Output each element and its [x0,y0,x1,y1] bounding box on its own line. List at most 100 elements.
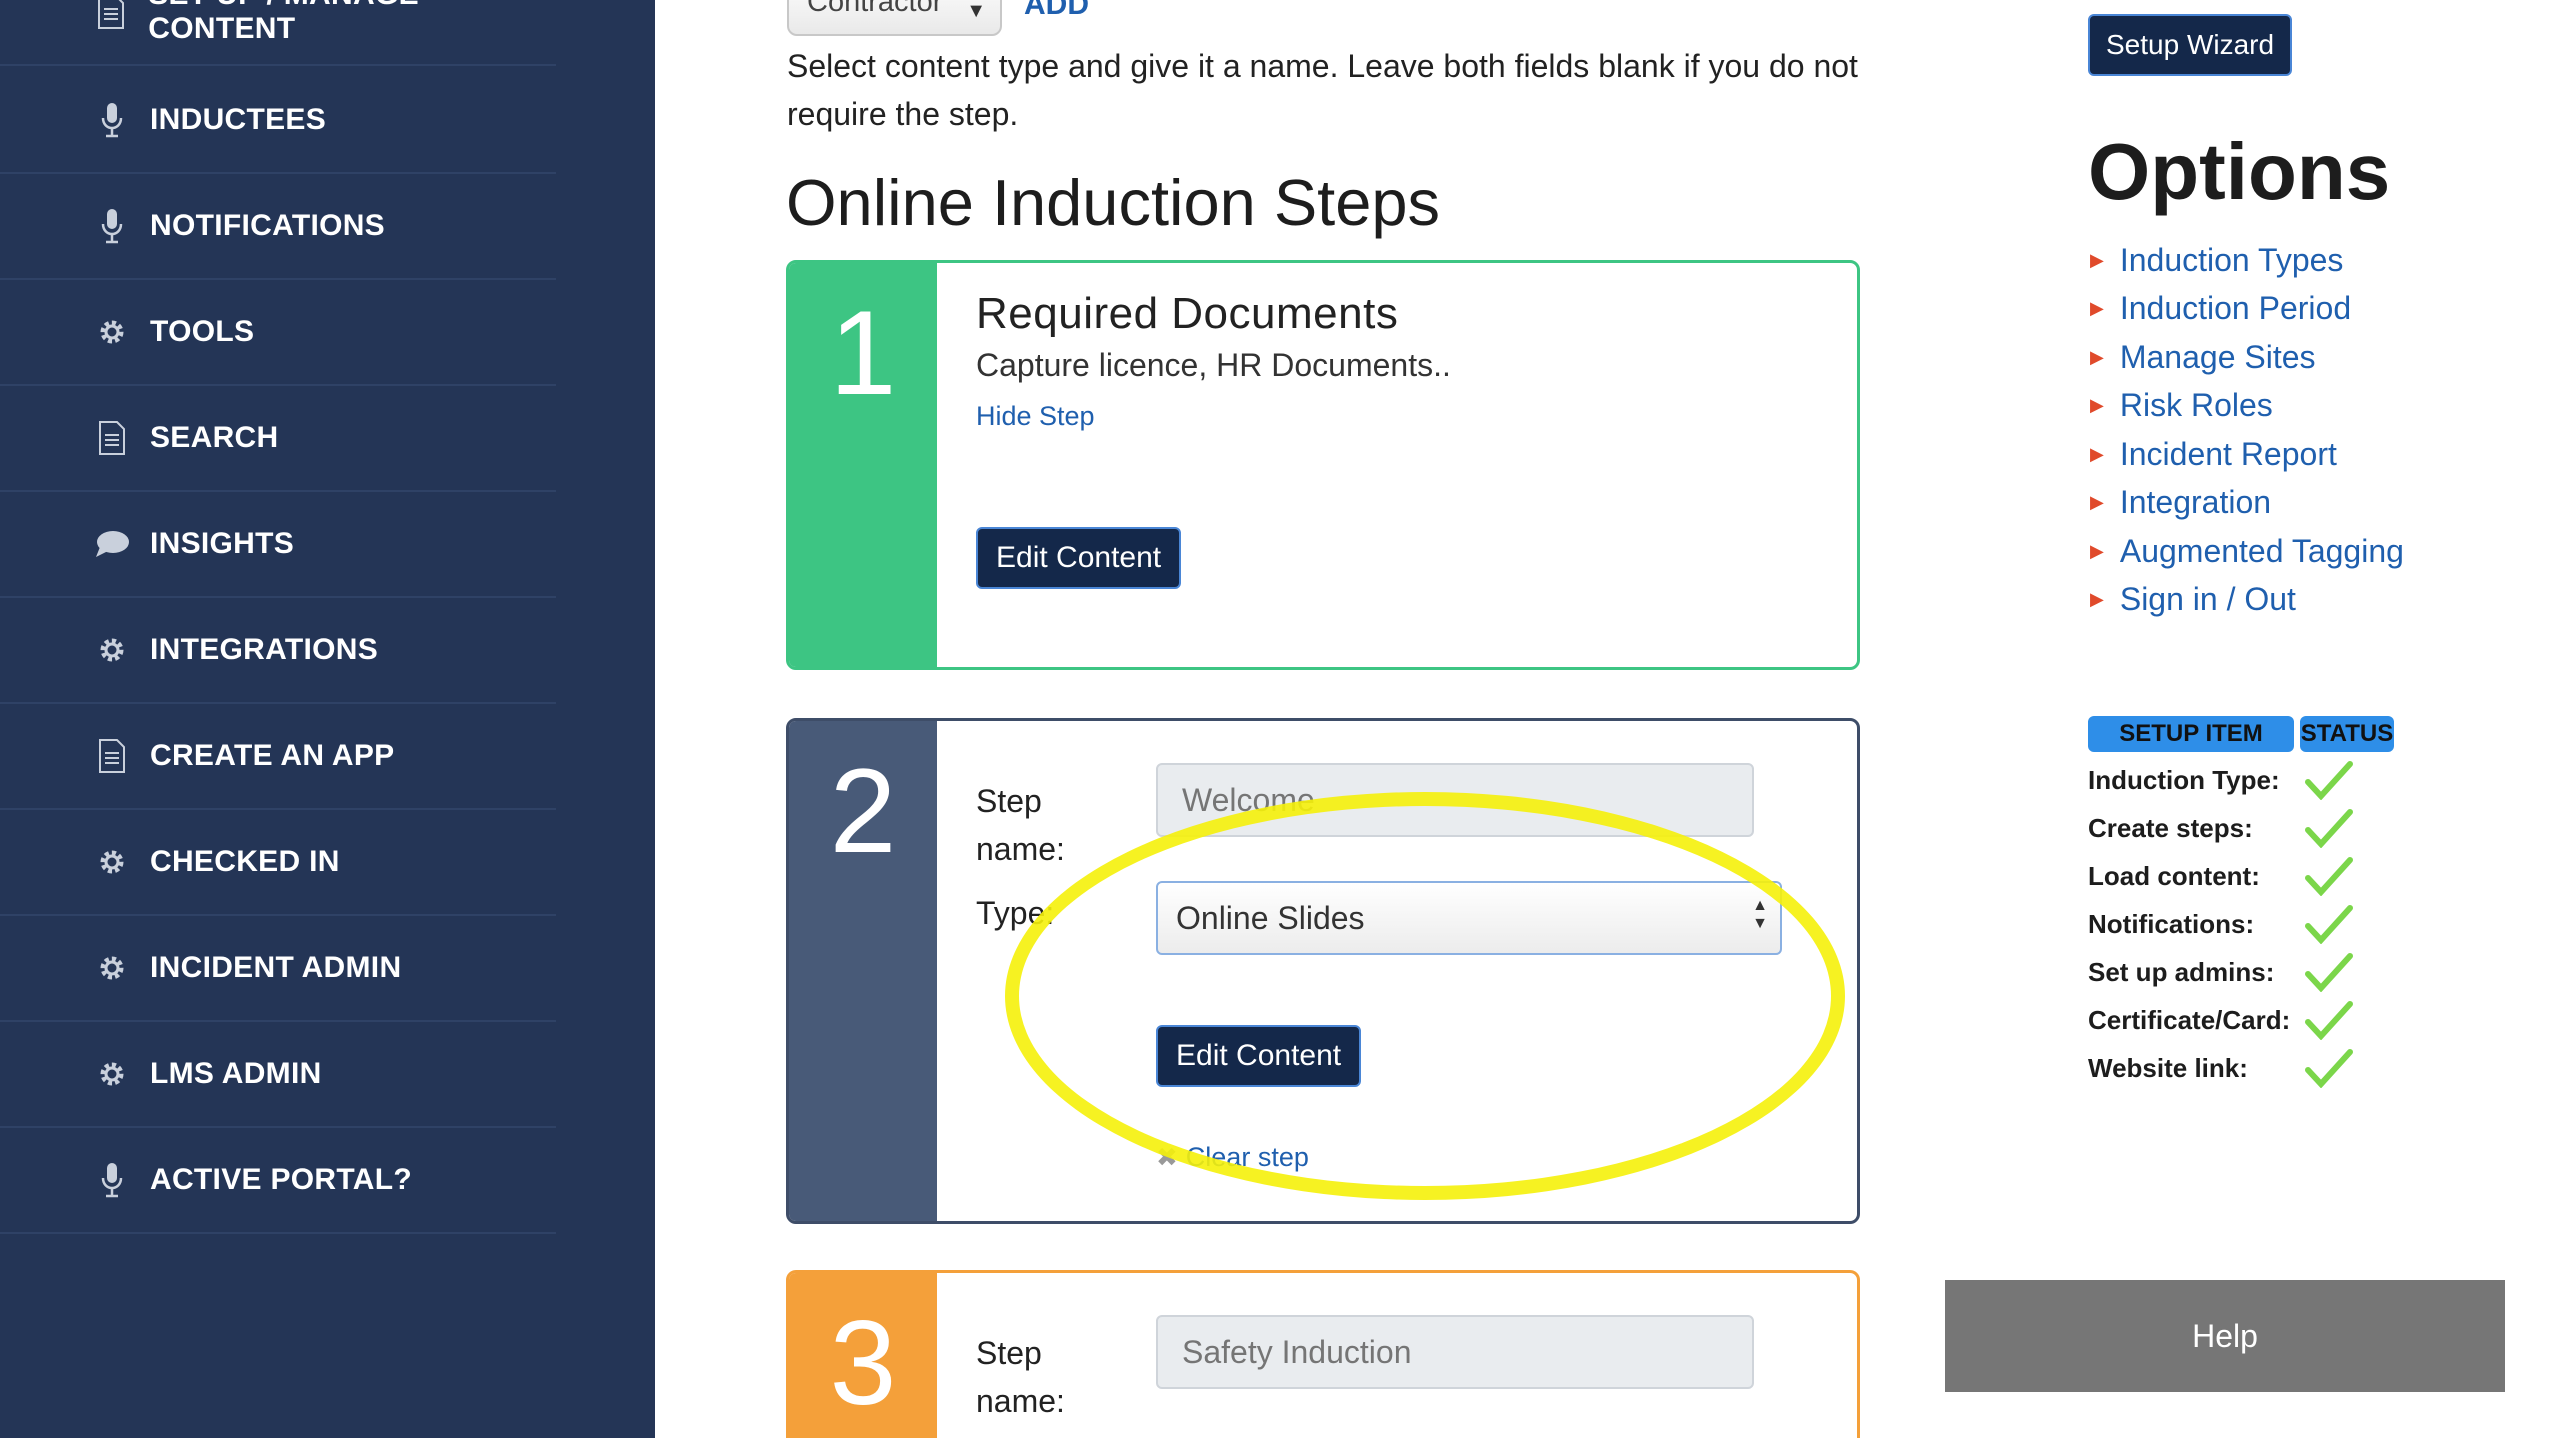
step-name-label: Step name: [976,783,1065,867]
microphone-icon [92,100,132,140]
setup-row: Certificate/Card: [2088,996,2354,1044]
sidebar: SET UP / MANAGE CONTENT INDUCTEES NOTIFI… [0,0,655,1438]
sidebar-item-label: NOTIFICATIONS [150,209,385,242]
step-number: 3 [829,1296,897,1430]
caret-right-icon: ▶ [2090,298,2104,319]
option-induction-period[interactable]: ▶ Induction Period [2090,285,2404,334]
step-number-panel: 2 [789,721,937,1221]
caret-right-icon: ▶ [2090,540,2104,561]
option-link[interactable]: Augmented Tagging [2120,533,2404,570]
sidebar-item-lms-admin[interactable]: LMS ADMIN [0,1022,556,1128]
step-number: 1 [829,286,897,420]
setup-item-label: Load content: [2088,860,2260,891]
document-icon [92,0,130,32]
option-integration[interactable]: ▶ Integration [2090,479,2404,528]
sidebar-item-insights[interactable]: INSIGHTS [0,492,556,598]
sidebar-item-label: SET UP / MANAGE CONTENT [148,0,418,45]
sidebar-item-create-an-app[interactable]: CREATE AN APP [0,704,556,810]
setup-item-header: SETUP ITEM [2088,716,2294,752]
sidebar-item-label: ACTIVE PORTAL? [150,1163,412,1196]
checkmark-icon [2305,953,2353,992]
sidebar-item-active-portal[interactable]: ACTIVE PORTAL? [0,1128,556,1234]
chat-bubble-icon [92,524,132,564]
sidebar-item-label: INCIDENT ADMIN [150,951,402,984]
setup-row: Induction Type: [2088,756,2354,804]
sidebar-item-notifications[interactable]: NOTIFICATIONS [0,174,556,280]
edit-content-button[interactable]: Edit Content [976,527,1182,589]
gear-icon [92,1054,132,1094]
gear-icon [92,948,132,988]
sidebar-item-label: TOOLS [150,315,255,348]
step-name-label: Step name: [976,1335,1065,1419]
step-description: Capture licence, HR Documents.. [976,347,1451,383]
setup-row: Website link: [2088,1044,2354,1092]
clear-step-label: Clear step [1185,1142,1309,1172]
section-title: Online Induction Steps [786,166,1441,239]
clear-step-link[interactable]: ✖ Clear step [1156,1142,1309,1173]
option-link[interactable]: Sign in / Out [2120,581,2296,618]
option-link[interactable]: Integration [2120,484,2271,521]
induction-type-select[interactable]: Contractor ▼ [787,0,1002,36]
checkmark-icon [2305,857,2353,896]
caret-right-icon: ▶ [2090,589,2104,610]
document-icon [92,736,132,776]
step-card-3: 3 Step name: [786,1270,1860,1438]
type-select[interactable]: Online Slides ▲ ▼ [1156,881,1782,955]
option-incident-report[interactable]: ▶ Incident Report [2090,430,2404,479]
option-induction-types[interactable]: ▶ Induction Types [2090,236,2404,285]
step-name-input[interactable] [1156,763,1754,837]
caret-right-icon: ▶ [2090,249,2104,270]
sidebar-item-label: SEARCH [150,421,279,454]
sidebar-item-incident-admin[interactable]: INCIDENT ADMIN [0,916,556,1022]
option-link[interactable]: Induction Period [2120,290,2351,327]
step-name-input[interactable] [1156,1315,1754,1389]
select-arrows-icon: ▲ ▼ [1752,897,1768,932]
help-button[interactable]: Help [1945,1280,2505,1392]
sidebar-item-label: LMS ADMIN [150,1057,322,1090]
option-sign-in-out[interactable]: ▶ Sign in / Out [2090,576,2404,625]
sidebar-item-checked-in[interactable]: CHECKED IN [0,810,556,916]
gear-icon [92,630,132,670]
setup-row: Create steps: [2088,804,2354,852]
step-title: Required Documents [976,289,1399,338]
sidebar-item-integrations[interactable]: INTEGRATIONS [0,598,556,704]
option-link[interactable]: Induction Types [2120,242,2344,279]
sidebar-item-tools[interactable]: TOOLS [0,280,556,386]
option-link[interactable]: Risk Roles [2120,387,2273,424]
status-header: STATUS [2300,716,2394,752]
options-list: ▶ Induction Types ▶ Induction Period ▶ Mana… [2090,236,2404,624]
intro-text: Select content type and give it a name. … [787,48,1858,132]
sidebar-item-setup-manage-content[interactable]: SET UP / MANAGE CONTENT [0,0,556,66]
chevron-down-icon: ▼ [966,0,986,22]
edit-content-button[interactable]: Edit Content [1156,1025,1362,1087]
setup-item-label: Set up admins: [2088,956,2275,987]
setup-item-label: Create steps: [2088,812,2253,843]
checkmark-icon [2305,1049,2353,1088]
close-icon: ✖ [1156,1142,1178,1172]
step-number-panel: 3 [789,1273,937,1438]
option-link[interactable]: Incident Report [2120,436,2337,473]
add-link[interactable]: ADD [1024,0,1089,22]
microphone-icon [92,1160,132,1200]
sidebar-item-inductees[interactable]: INDUCTEES [0,68,556,174]
option-link[interactable]: Manage Sites [2120,339,2316,376]
document-icon [92,418,132,458]
type-label: Type: [976,895,1055,931]
checkmark-icon [2305,761,2353,800]
setup-item-label: Induction Type: [2088,764,2280,795]
hide-step-link[interactable]: Hide Step [976,401,1095,432]
step-number-panel: 1 [789,263,937,667]
caret-right-icon: ▶ [2090,346,2104,367]
page: SET UP / MANAGE CONTENT INDUCTEES NOTIFI… [0,0,2560,1438]
step-card-2: 2 Step name: Type: Online Slides ▲▼ Edit… [786,718,1860,1224]
option-augmented-tagging[interactable]: ▶ Augmented Tagging [2090,527,2404,576]
option-manage-sites[interactable]: ▶ Manage Sites [2090,333,2404,382]
step-number: 2 [829,744,897,878]
setup-wizard-button[interactable]: Setup Wizard [2088,14,2293,76]
option-risk-roles[interactable]: ▶ Risk Roles [2090,382,2404,431]
setup-status-header: SETUP ITEM STATUS [2088,716,2394,752]
sidebar-item-search[interactable]: SEARCH [0,386,556,492]
caret-right-icon: ▶ [2090,492,2104,513]
checkmark-icon [2305,1001,2353,1040]
sidebar-item-label: CHECKED IN [150,845,340,878]
